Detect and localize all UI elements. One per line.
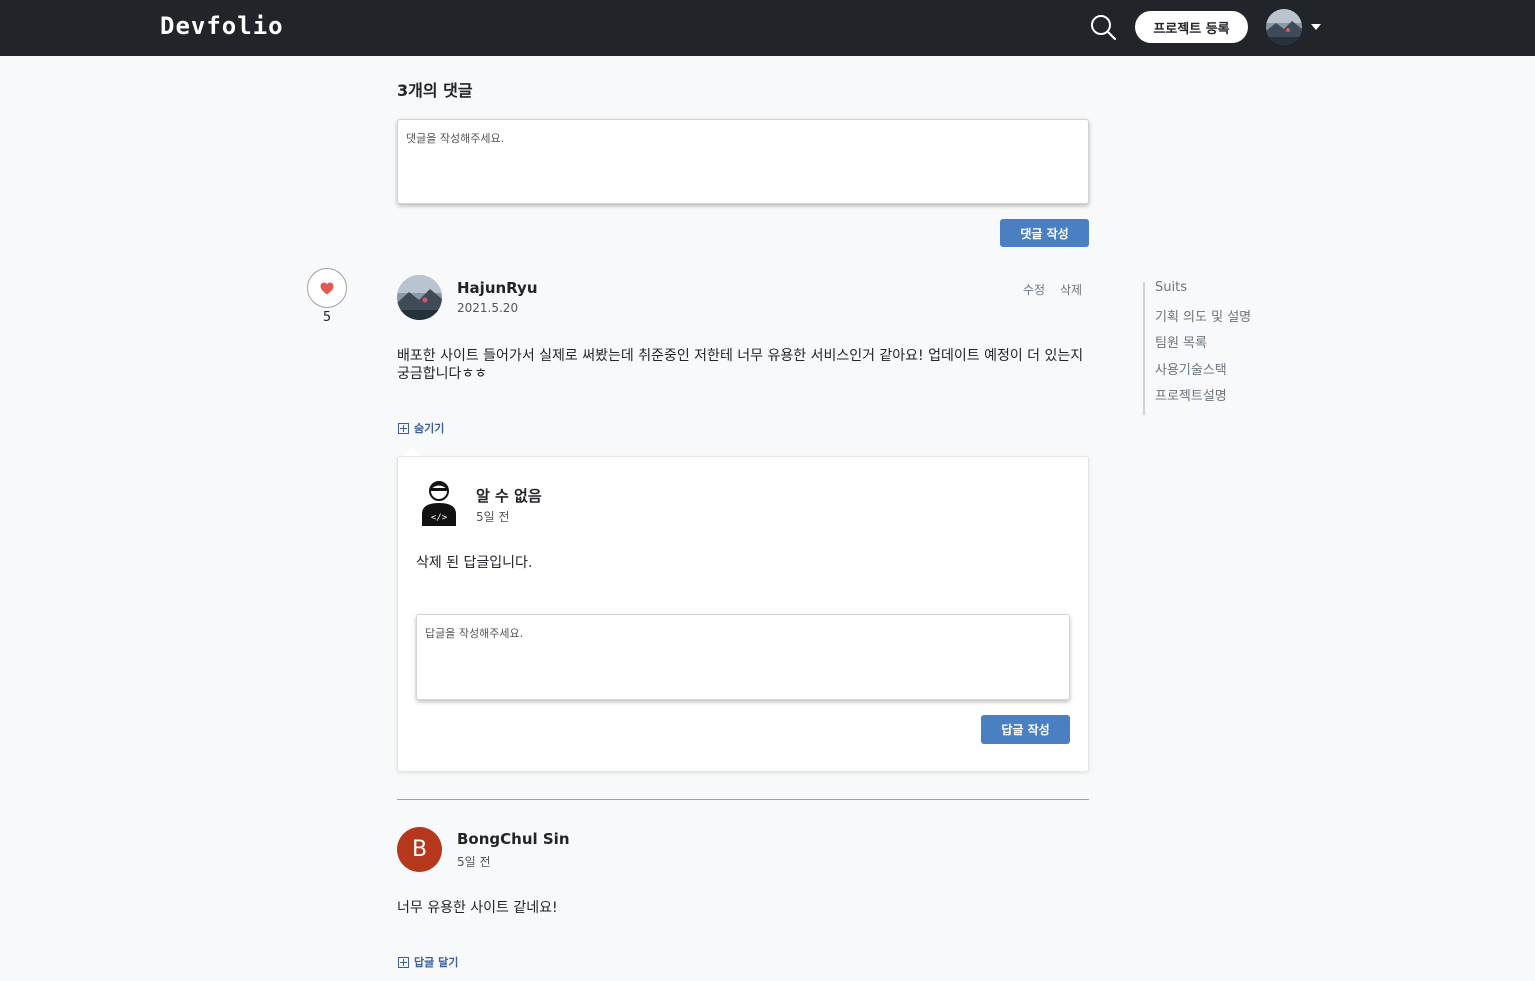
user-avatar[interactable] <box>1266 9 1302 45</box>
submit-reply-button[interactable]: 답글 작성 <box>981 715 1070 744</box>
search-icon[interactable] <box>1089 13 1117 41</box>
chevron-down-icon[interactable] <box>1311 24 1321 30</box>
reply-date: 5일 전 <box>476 510 510 524</box>
logo[interactable]: Devfolio <box>160 12 284 40</box>
toc-item-suits[interactable]: Suits <box>1155 280 1187 295</box>
like-count: 5 <box>322 310 332 325</box>
comment-body: 배포한 사이트 들어가서 실제로 써봤는데 취준중인 저한테 너무 유용한 서비… <box>397 348 1084 382</box>
add-reply-label: 답글 달기 <box>414 956 459 969</box>
toc-item-project-description[interactable]: 프로젝트설명 <box>1155 385 1227 404</box>
comment-date: 2021.5.20 <box>457 301 519 315</box>
table-of-contents: Suits 기획 의도 및 설명 팀원 목록 사용기술스택 프로젝트설명 <box>1143 280 1283 415</box>
avatar <box>397 275 442 320</box>
submit-comment-button[interactable]: 댓글 작성 <box>1000 219 1089 247</box>
comment-input[interactable]: 댓글을 작성해주세요. <box>397 119 1089 204</box>
reply-card-arrow <box>403 447 421 456</box>
comments-count-title: 3개의 댓글 <box>397 81 473 100</box>
register-project-button[interactable]: 프로젝트 등록 <box>1135 11 1248 43</box>
developer-avatar-icon: </> <box>419 480 459 528</box>
comment-body: 너무 유용한 사이트 같네요! <box>397 900 558 916</box>
toc-item-team[interactable]: 팀원 목록 <box>1155 332 1207 351</box>
svg-text:</>: </> <box>431 513 448 523</box>
edit-button[interactable]: 수정 <box>1023 281 1045 298</box>
toc-item-tech-stack[interactable]: 사용기술스택 <box>1155 359 1227 378</box>
delete-button[interactable]: 삭제 <box>1060 281 1082 298</box>
add-reply-button[interactable]: 답글 달기 <box>398 954 458 970</box>
hide-replies-button[interactable]: 숨기기 <box>398 420 444 436</box>
navbar: Devfolio 프로젝트 등록 <box>0 0 1535 56</box>
reply-input[interactable]: 답글을 작성해주세요. <box>416 614 1070 700</box>
comment-author[interactable]: HajunRyu <box>457 279 538 297</box>
comment-date: 5일 전 <box>457 855 491 869</box>
avatar: B <box>397 827 442 872</box>
comment-author[interactable]: BongChul Sin <box>457 830 570 848</box>
plus-square-icon <box>398 956 409 968</box>
comment-divider <box>397 799 1089 800</box>
heart-icon <box>320 282 334 294</box>
plus-square-icon <box>398 422 409 434</box>
hide-replies-label: 숨기기 <box>414 422 445 435</box>
like-button[interactable] <box>307 268 347 308</box>
reply-body: 삭제 된 답글입니다. <box>416 555 533 571</box>
reply-author: 알 수 없음 <box>476 487 542 505</box>
toc-item-planning[interactable]: 기획 의도 및 설명 <box>1155 306 1251 325</box>
